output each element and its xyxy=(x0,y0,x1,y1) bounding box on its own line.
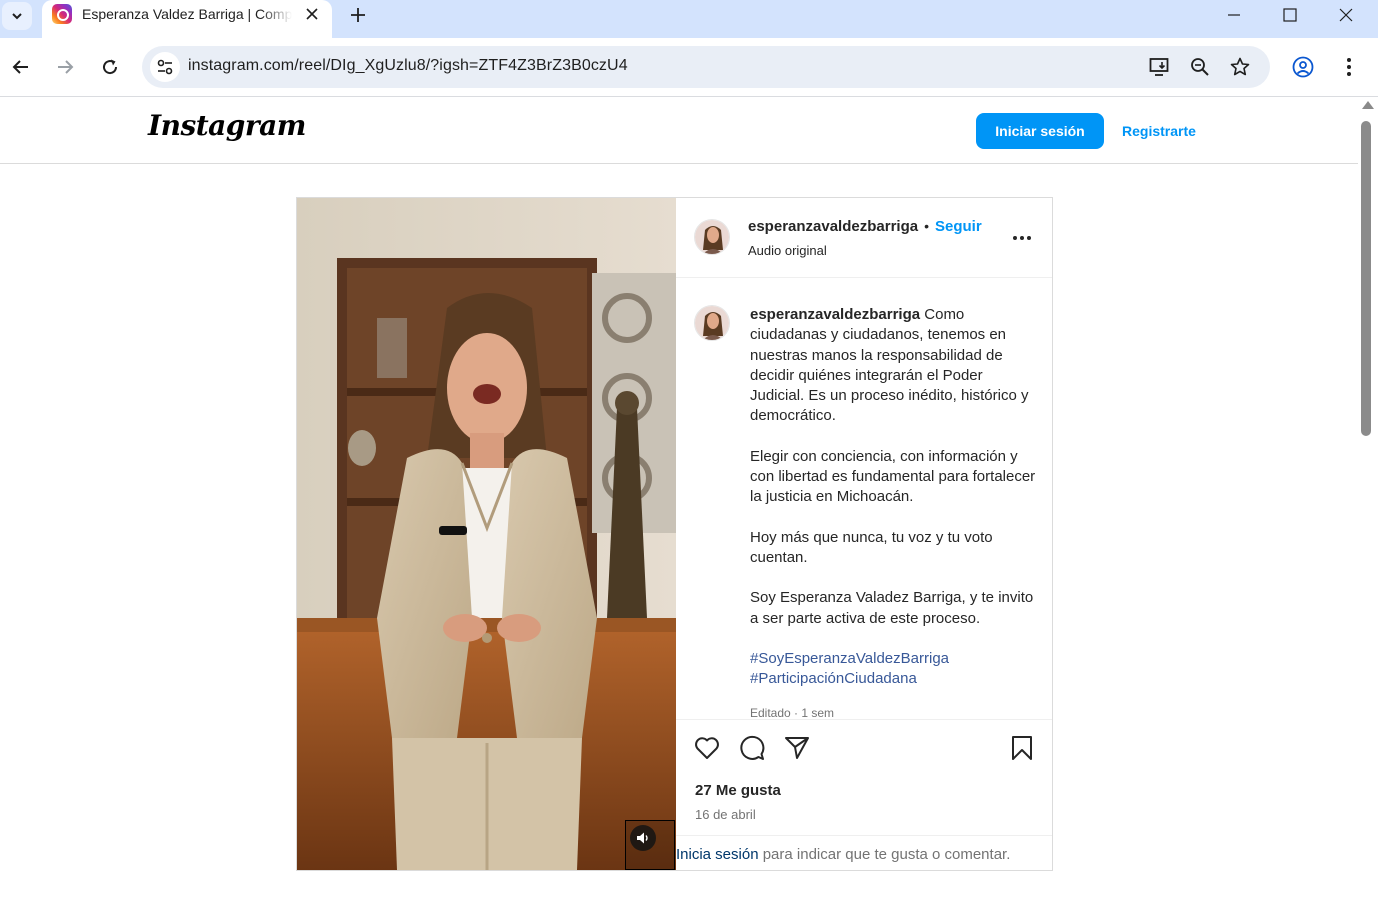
login-prompt-text: para indicar que te gusta o comentar. xyxy=(758,846,1011,863)
caption-text: esperanzavaldezbarriga Como ciudadanas y… xyxy=(750,305,1040,709)
install-app-icon xyxy=(1149,58,1169,76)
instagram-header: Instagram Iniciar sesión Registrarte xyxy=(0,97,1358,164)
browser-tab[interactable]: Esperanza Valdez Barriga | Comp xyxy=(42,0,332,38)
tune-icon xyxy=(157,59,173,75)
hashtag-link[interactable]: #ParticipaciónCiudadana xyxy=(750,669,1040,689)
login-prompt: Inicia sesión para indicar que te gusta … xyxy=(676,835,1052,870)
tab-close-button[interactable] xyxy=(300,2,324,26)
profile-photo-image xyxy=(695,306,729,340)
post-side-panel: esperanzavaldezbarriga • Seguir Audio orig… xyxy=(676,198,1052,870)
post-author-line: esperanzavaldezbarriga • Seguir xyxy=(748,218,982,236)
minimize-icon xyxy=(1228,14,1240,16)
maximize-button[interactable] xyxy=(1262,0,1318,30)
site-info-button[interactable] xyxy=(150,52,180,82)
close-icon xyxy=(306,8,318,20)
comment-button[interactable] xyxy=(738,734,766,762)
heart-icon xyxy=(695,737,719,759)
caption-p4: Soy Esperanza Valadez Barriga, y te invi… xyxy=(750,589,1034,627)
profile-photo-image xyxy=(695,220,729,254)
more-horizontal-icon xyxy=(1013,236,1031,240)
login-button[interactable]: Iniciar sesión xyxy=(976,113,1104,149)
caption-p1: Como ciudadanas y ciudadanos, tenemos en… xyxy=(750,306,1029,425)
follow-button[interactable]: Seguir xyxy=(935,218,982,235)
likes-count[interactable]: 27 Me gusta xyxy=(695,782,781,799)
caption-section: esperanzavaldezbarriga Como ciudadanas y… xyxy=(676,279,1052,719)
scroll-up-arrow-icon[interactable] xyxy=(1362,101,1374,109)
browser-menu-button[interactable] xyxy=(1334,52,1364,82)
audio-toggle-inner xyxy=(630,825,656,851)
comment-icon xyxy=(740,735,765,760)
install-app-button[interactable] xyxy=(1147,54,1173,80)
author-username[interactable]: esperanzavaldezbarriga xyxy=(748,218,918,235)
minimize-button[interactable] xyxy=(1206,0,1262,30)
reload-button[interactable] xyxy=(95,52,125,82)
maximize-icon xyxy=(1283,8,1297,22)
zoom-button[interactable] xyxy=(1187,54,1213,80)
scrollbar-thumb[interactable] xyxy=(1361,121,1371,436)
chevron-down-icon xyxy=(12,13,22,20)
instagram-logo[interactable]: Instagram xyxy=(148,109,306,142)
kebab-menu-icon xyxy=(1347,58,1351,76)
speaker-icon xyxy=(637,832,648,844)
instagram-favicon-icon xyxy=(52,4,72,24)
back-button[interactable] xyxy=(6,52,36,82)
hashtag-link[interactable]: #SoyEsperanzaValdezBarriga xyxy=(750,649,1040,669)
url-text[interactable]: instagram.com/reel/DIg_XgUzlu8/?igsh=ZTF… xyxy=(188,57,628,75)
post-actions: 27 Me gusta 16 de abril xyxy=(676,719,1052,835)
profile-button[interactable] xyxy=(1288,52,1318,82)
avatar[interactable] xyxy=(694,219,730,255)
forward-button[interactable] xyxy=(50,52,80,82)
arrow-left-icon xyxy=(12,60,28,74)
window-close-button[interactable] xyxy=(1318,0,1374,30)
login-prompt-link[interactable]: Inicia sesión xyxy=(676,846,759,863)
bookmark-star-button[interactable] xyxy=(1227,54,1253,80)
like-button[interactable] xyxy=(693,734,721,762)
caption-meta: Editado · 1 sem xyxy=(750,706,835,719)
caption-p3: Hoy más que nunca, tu voz y tu voto cuen… xyxy=(750,528,993,566)
audio-link[interactable]: Audio original xyxy=(748,243,827,258)
caption-paragraph: esperanzavaldezbarriga Como ciudadanas y… xyxy=(750,305,1040,427)
browser-toolbar: instagram.com/reel/DIg_XgUzlu8/?igsh=ZTF… xyxy=(0,38,1378,96)
caption-avatar[interactable] xyxy=(694,305,730,341)
more-options-button[interactable] xyxy=(1010,226,1034,250)
save-button[interactable] xyxy=(1008,734,1036,762)
share-button[interactable] xyxy=(783,734,811,762)
post-date: 16 de abril xyxy=(695,807,756,822)
bookmark-icon xyxy=(1012,736,1032,760)
post-header: esperanzavaldezbarriga • Seguir Audio orig… xyxy=(676,198,1052,278)
new-tab-button[interactable] xyxy=(344,2,372,28)
tab-search-button[interactable] xyxy=(2,2,32,30)
signup-link[interactable]: Registrarte xyxy=(1122,123,1196,139)
audio-toggle-button[interactable] xyxy=(625,820,675,870)
reload-icon xyxy=(103,59,118,75)
browser-tab-bar: Esperanza Valdez Barriga | Comp xyxy=(0,0,1378,38)
account-icon xyxy=(1292,56,1314,78)
zoom-out-icon xyxy=(1191,58,1209,76)
star-icon xyxy=(1230,57,1250,76)
send-icon xyxy=(785,737,809,759)
arrow-right-icon xyxy=(58,60,74,74)
close-icon xyxy=(1339,8,1353,22)
tab-title: Esperanza Valdez Barriga | Comp xyxy=(82,6,292,22)
video-frame-image xyxy=(297,198,676,870)
caption-username[interactable]: esperanzavaldezbarriga xyxy=(750,306,920,323)
plus-icon xyxy=(351,8,365,22)
caption-p2: Elegir con conciencia, con información y… xyxy=(750,447,1036,506)
address-bar[interactable]: instagram.com/reel/DIg_XgUzlu8/?igsh=ZTF… xyxy=(142,46,1270,88)
reel-video[interactable] xyxy=(297,198,676,870)
caption-hashtags: #SoyEsperanzaValdezBarriga #Participació… xyxy=(750,649,1040,690)
separator-dot: • xyxy=(924,218,929,234)
page-scrollbar[interactable] xyxy=(1358,97,1378,913)
reel-post: esperanzavaldezbarriga • Seguir Audio orig… xyxy=(296,197,1053,871)
